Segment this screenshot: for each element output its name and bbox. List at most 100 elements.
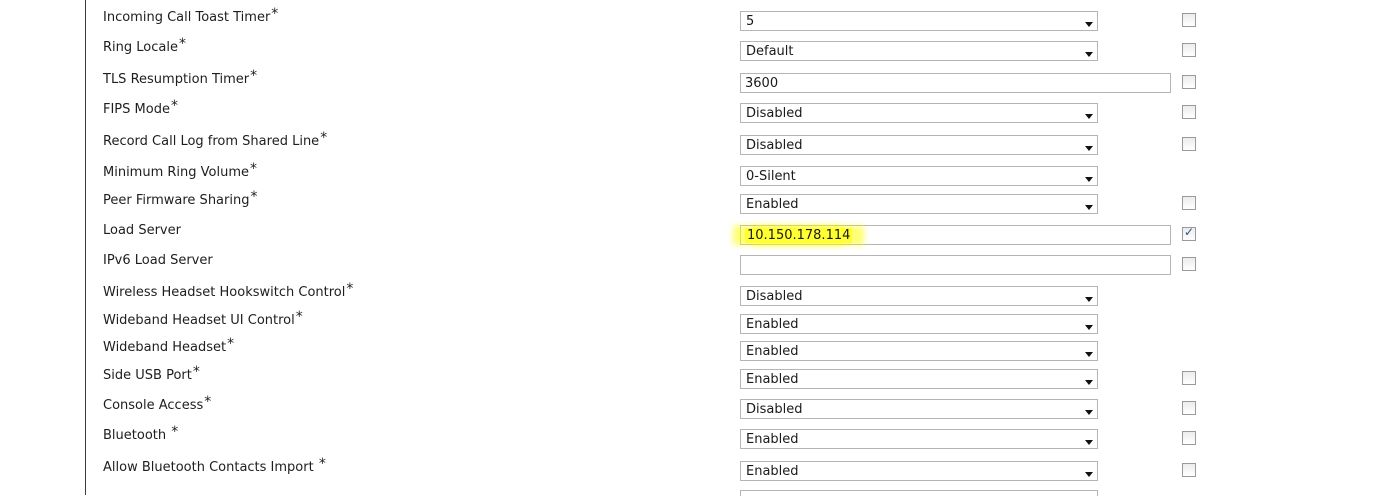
setting-select[interactable]: Disabled — [740, 135, 1098, 155]
setting-label: Peer Firmware Sharing* — [103, 189, 257, 208]
input-value: 3600 — [745, 76, 779, 91]
setting-label-text: Wideband Headset UI Control — [103, 313, 295, 328]
setting-select[interactable]: Disabled — [740, 399, 1098, 419]
dropdown-arrow-icon[interactable] — [1085, 177, 1093, 182]
dropdown-arrow-icon[interactable] — [1085, 146, 1093, 151]
select-value: Enabled — [746, 344, 799, 359]
setting-label: Wireless Headset Hookswitch Control* — [103, 281, 354, 300]
required-marker: * — [204, 394, 212, 410]
setting-select[interactable]: Enabled — [740, 314, 1098, 334]
setting-row: IPv6 Load Server — [86, 251, 1386, 280]
setting-label-text: Load Server — [103, 223, 181, 238]
setting-label: Allow Bluetooth Contacts Import * — [103, 456, 326, 475]
select-value: Disabled — [746, 106, 803, 121]
dropdown-arrow-icon[interactable] — [1085, 380, 1093, 385]
setting-row: Minimum Ring Volume* 0-Silent — [86, 161, 1386, 191]
setting-label-text: Minimum Ring Volume — [103, 165, 249, 180]
setting-select[interactable]: Enabled — [740, 194, 1098, 214]
setting-label: TLS Resumption Timer* — [103, 68, 258, 87]
select-value: Default — [746, 44, 794, 59]
dropdown-arrow-icon[interactable] — [1085, 22, 1093, 27]
select-value: Disabled — [746, 289, 803, 304]
setting-label-text: Incoming Call Toast Timer — [103, 10, 271, 25]
setting-label: Minimum Ring Volume* — [103, 161, 257, 180]
dropdown-arrow-icon[interactable] — [1085, 297, 1093, 302]
setting-label-text: TLS Resumption Timer — [103, 72, 250, 87]
setting-label: Side USB Port* — [103, 364, 200, 383]
setting-select[interactable]: Enabled — [740, 461, 1098, 481]
setting-row: Console Access* Disabled — [86, 394, 1386, 424]
override-checkbox[interactable] — [1182, 43, 1196, 57]
select-value: Enabled — [746, 317, 799, 332]
setting-label-text: Allow Bluetooth Contacts Import — [103, 460, 318, 475]
override-checkbox[interactable] — [1182, 13, 1196, 27]
override-checkbox[interactable] — [1182, 463, 1196, 477]
override-checkbox[interactable] — [1182, 225, 1196, 241]
override-checkbox[interactable] — [1182, 401, 1196, 415]
override-checkbox[interactable] — [1182, 75, 1196, 89]
dropdown-arrow-icon[interactable] — [1085, 440, 1093, 445]
setting-select[interactable]: 0-Silent — [740, 166, 1098, 186]
setting-select[interactable]: Enabled — [740, 429, 1098, 449]
setting-select[interactable]: Enabled — [740, 341, 1098, 361]
required-marker: * — [346, 281, 354, 297]
override-checkbox[interactable] — [1182, 257, 1196, 271]
dropdown-arrow-icon[interactable] — [1085, 410, 1093, 415]
setting-row: Record Call Log from Shared Line* Disable… — [86, 130, 1386, 160]
setting-label-text: IPv6 Load Server — [103, 253, 213, 268]
setting-label-text: Wideband Headset — [103, 340, 227, 355]
input-value: 10.150.178.114 — [745, 228, 853, 243]
setting-text-input[interactable]: 10.150.178.114 — [740, 225, 1171, 245]
required-marker: * — [170, 98, 178, 114]
required-marker: * — [192, 364, 200, 380]
dropdown-arrow-icon[interactable] — [1085, 205, 1093, 210]
setting-label: Console Access* — [103, 394, 212, 413]
dropdown-arrow-icon[interactable] — [1085, 472, 1093, 477]
setting-row: Side USB Port* Enabled — [86, 364, 1386, 394]
dropdown-arrow-icon[interactable] — [1085, 52, 1093, 57]
select-value: 5 — [746, 14, 755, 29]
setting-row: Bluetooth * Enabled — [86, 424, 1386, 454]
required-marker: * — [227, 336, 235, 352]
dropdown-arrow-icon[interactable] — [1085, 325, 1093, 330]
setting-label: Load Server — [103, 223, 181, 238]
setting-label-text: Console Access — [103, 398, 204, 413]
required-marker: * — [318, 456, 326, 472]
setting-label-text: Side USB Port — [103, 368, 192, 383]
setting-select[interactable]: Enabled — [740, 369, 1098, 389]
setting-label: IPv6 Load Server — [103, 253, 213, 268]
override-checkbox[interactable] — [1182, 105, 1196, 119]
setting-select[interactable]: Disabled — [740, 286, 1098, 306]
required-marker: * — [320, 130, 328, 146]
setting-text-input[interactable] — [740, 255, 1171, 275]
override-checkbox[interactable] — [1182, 371, 1196, 385]
dropdown-arrow-icon[interactable] — [1085, 352, 1093, 357]
setting-label: Incoming Call Toast Timer* — [103, 6, 278, 25]
setting-label-text: Ring Locale — [103, 40, 178, 55]
setting-row: Peer Firmware Sharing* Enabled — [86, 189, 1386, 219]
setting-label-text: Record Call Log from Shared Line — [103, 134, 320, 149]
setting-select[interactable]: Default — [740, 41, 1098, 61]
setting-text-input[interactable]: 3600 — [740, 73, 1171, 93]
required-marker: * — [250, 68, 258, 84]
select-value: Enabled — [746, 372, 799, 387]
override-checkbox[interactable] — [1182, 137, 1196, 151]
setting-label: FIPS Mode* — [103, 98, 178, 117]
dropdown-arrow-icon[interactable] — [1085, 114, 1093, 119]
setting-label: Wideband Headset UI Control* — [103, 309, 303, 328]
setting-row: Ring Locale* Default — [86, 36, 1386, 66]
override-checkbox[interactable] — [1182, 431, 1196, 445]
setting-select[interactable]: Disabled — [740, 103, 1098, 123]
required-marker: * — [250, 161, 257, 177]
setting-select[interactable]: 5 — [740, 11, 1098, 31]
setting-label: Ring Locale* — [103, 36, 186, 55]
setting-row: Wideband Headset UI Control* Enabled — [86, 309, 1386, 339]
cutoff-select[interactable] — [740, 490, 1098, 496]
setting-row: FIPS Mode* Disabled — [86, 98, 1386, 128]
select-value: Disabled — [746, 138, 803, 153]
select-value: Enabled — [746, 464, 799, 479]
setting-label: Bluetooth * — [103, 424, 178, 443]
override-checkbox[interactable] — [1182, 196, 1196, 210]
select-value: Enabled — [746, 432, 799, 447]
select-value: Enabled — [746, 197, 799, 212]
